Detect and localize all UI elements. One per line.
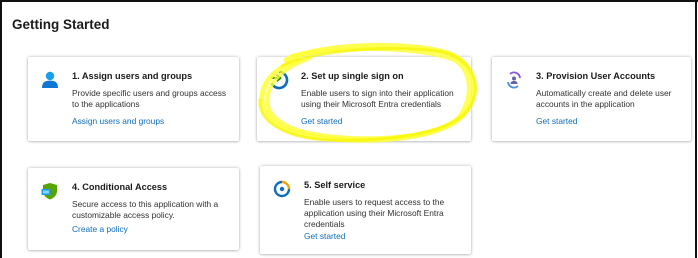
card-description: Enable users to request access to the ap… (304, 197, 445, 229)
frame-edge (695, 0, 697, 258)
card-conditional-access[interactable]: 4. Conditional Access Secure access to t… (28, 168, 239, 250)
user-icon (42, 71, 58, 88)
card-title: 3. Provision User Accounts (536, 71, 656, 81)
card-title: 4. Conditional Access (72, 182, 168, 192)
sso-icon (270, 70, 289, 90)
shield-icon (41, 183, 57, 200)
section-title: Getting Started (12, 17, 110, 32)
card-assign-users[interactable]: 1. Assign users and groups Provide speci… (28, 57, 239, 141)
self-service-get-started-link[interactable]: Get started (304, 231, 345, 241)
assign-users-link[interactable]: Assign users and groups (72, 116, 164, 126)
card-title: 1. Assign users and groups (72, 71, 193, 81)
create-policy-link[interactable]: Create a policy (72, 224, 128, 234)
card-title: 2. Set up single sign on (301, 71, 404, 81)
card-description: Secure access to this application with a… (72, 199, 219, 220)
self-service-icon (273, 180, 291, 198)
card-self-service[interactable]: 5. Self service Enable users to request … (260, 166, 471, 254)
card-provision-accounts[interactable]: 3. Provision User Accounts Automatically… (492, 57, 691, 141)
card-description: Enable users to sign into their applicat… (301, 88, 454, 109)
card-description: Provide specific users and groups access… (72, 88, 227, 109)
provision-get-started-link[interactable]: Get started (536, 116, 577, 126)
card-description: Automatically create and delete user acc… (536, 88, 672, 109)
provisioning-icon (507, 71, 521, 89)
sso-get-started-link[interactable]: Get started (301, 116, 342, 126)
card-single-sign-on[interactable]: 2. Set up single sign on Enable users to… (257, 57, 471, 141)
card-title: 5. Self service (304, 180, 366, 190)
